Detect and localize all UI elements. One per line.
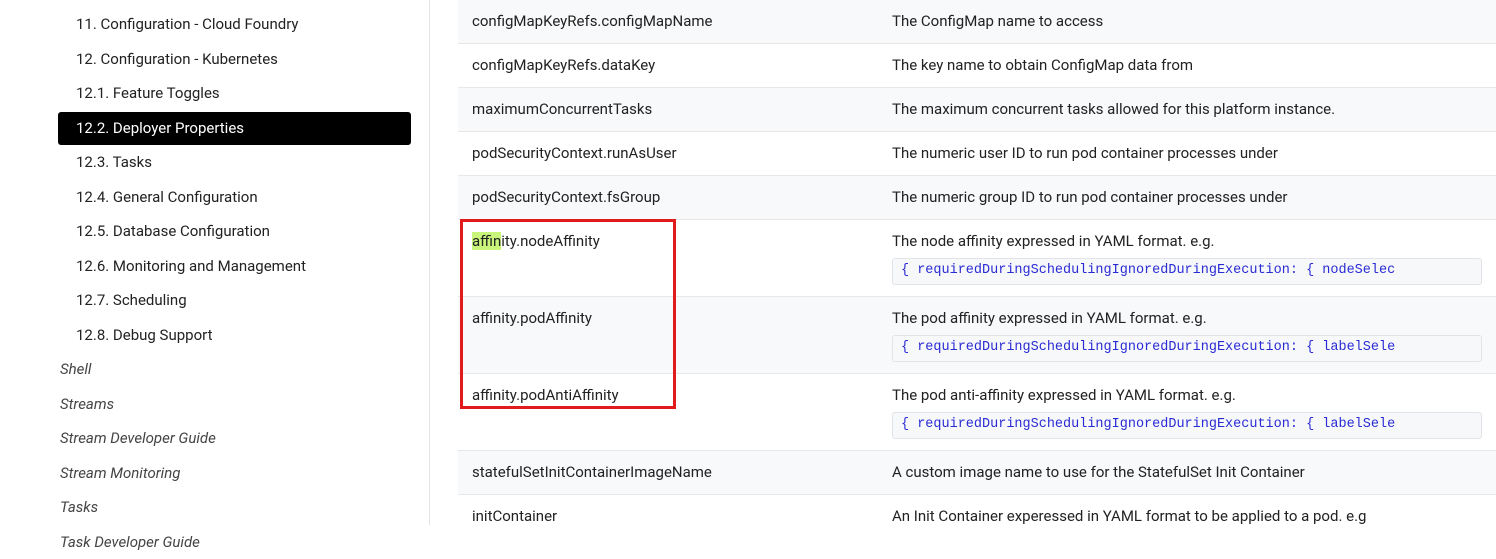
property-description: The pod anti-affinity expressed in YAML …: [878, 373, 1496, 450]
property-description: The numeric group ID to run pod containe…: [878, 176, 1496, 220]
code-example: { requiredDuringSchedulingIgnoredDuringE…: [892, 258, 1482, 285]
table-row: affinity.nodeAffinityThe node affinity e…: [458, 220, 1496, 297]
table-row: podSecurityContext.runAsUserThe numeric …: [458, 132, 1496, 176]
table-row: configMapKeyRefs.dataKeyThe key name to …: [458, 44, 1496, 88]
properties-table: configMapKeyRefs.configMapNameThe Config…: [458, 0, 1496, 525]
property-key: configMapKeyRefs.configMapName: [458, 0, 878, 44]
table-row: configMapKeyRefs.configMapNameThe Config…: [458, 0, 1496, 44]
property-description: The numeric user ID to run pod container…: [878, 132, 1496, 176]
sidebar-item-stream-dev-guide[interactable]: Stream Developer Guide: [40, 422, 411, 456]
property-key: configMapKeyRefs.dataKey: [458, 44, 878, 88]
sidebar-item-tasks-sub[interactable]: 12.3. Tasks: [58, 146, 411, 180]
table-row: maximumConcurrentTasksThe maximum concur…: [458, 88, 1496, 132]
table-row: podSecurityContext.fsGroupThe numeric gr…: [458, 176, 1496, 220]
property-key: podSecurityContext.runAsUser: [458, 132, 878, 176]
property-description: A custom image name to use for the State…: [878, 450, 1496, 494]
property-description: An Init Container experessed in YAML for…: [878, 494, 1496, 525]
sidebar-item-feature-toggles[interactable]: 12.1. Feature Toggles: [58, 77, 411, 111]
property-key: podSecurityContext.fsGroup: [458, 176, 878, 220]
sidebar-item-deployer-properties[interactable]: 12.2. Deployer Properties: [58, 112, 411, 146]
sidebar-item-stream-monitoring[interactable]: Stream Monitoring: [40, 457, 411, 491]
code-example: { requiredDuringSchedulingIgnoredDuringE…: [892, 335, 1482, 362]
sidebar-item-scheduling[interactable]: 12.7. Scheduling: [58, 284, 411, 318]
sidebar-nav: 11. Configuration - Cloud Foundry12. Con…: [0, 0, 430, 525]
property-key: affinity.nodeAffinity: [458, 220, 878, 297]
sidebar-item-cfg-kubernetes[interactable]: 12. Configuration - Kubernetes: [56, 43, 411, 77]
property-description: The node affinity expressed in YAML form…: [878, 220, 1496, 297]
sidebar-item-shell[interactable]: Shell: [40, 353, 411, 387]
property-key: maximumConcurrentTasks: [458, 88, 878, 132]
sidebar-item-monitoring-mgmt[interactable]: 12.6. Monitoring and Management: [58, 250, 411, 284]
table-row: initContainerAn Init Container experesse…: [458, 494, 1496, 525]
main-content: configMapKeyRefs.configMapNameThe Config…: [430, 0, 1496, 525]
property-description: The maximum concurrent tasks allowed for…: [878, 88, 1496, 132]
property-key: initContainer: [458, 494, 878, 525]
property-description: The pod affinity expressed in YAML forma…: [878, 296, 1496, 373]
sidebar-item-general-config[interactable]: 12.4. General Configuration: [58, 181, 411, 215]
property-key: affinity.podAntiAffinity: [458, 373, 878, 450]
property-key: affinity.podAffinity: [458, 296, 878, 373]
code-example: { requiredDuringSchedulingIgnoredDuringE…: [892, 412, 1482, 439]
sidebar-item-tasks-top[interactable]: Tasks: [40, 491, 411, 525]
sidebar-item-database-config[interactable]: 12.5. Database Configuration: [58, 215, 411, 249]
table-row: affinity.podAffinityThe pod affinity exp…: [458, 296, 1496, 373]
sidebar-item-streams[interactable]: Streams: [40, 388, 411, 422]
sidebar-item-task-dev-guide[interactable]: Task Developer Guide: [40, 526, 411, 559]
sidebar-item-debug-support[interactable]: 12.8. Debug Support: [58, 319, 411, 353]
search-highlight: affin: [472, 232, 501, 250]
property-key: statefulSetInitContainerImageName: [458, 450, 878, 494]
property-description: The key name to obtain ConfigMap data fr…: [878, 44, 1496, 88]
property-description: The ConfigMap name to access: [878, 0, 1496, 44]
sidebar-item-cfg-cloud-foundry[interactable]: 11. Configuration - Cloud Foundry: [56, 8, 411, 42]
nav-list: 11. Configuration - Cloud Foundry12. Con…: [0, 8, 429, 559]
table-row: statefulSetInitContainerImageNameA custo…: [458, 450, 1496, 494]
table-row: affinity.podAntiAffinityThe pod anti-aff…: [458, 373, 1496, 450]
